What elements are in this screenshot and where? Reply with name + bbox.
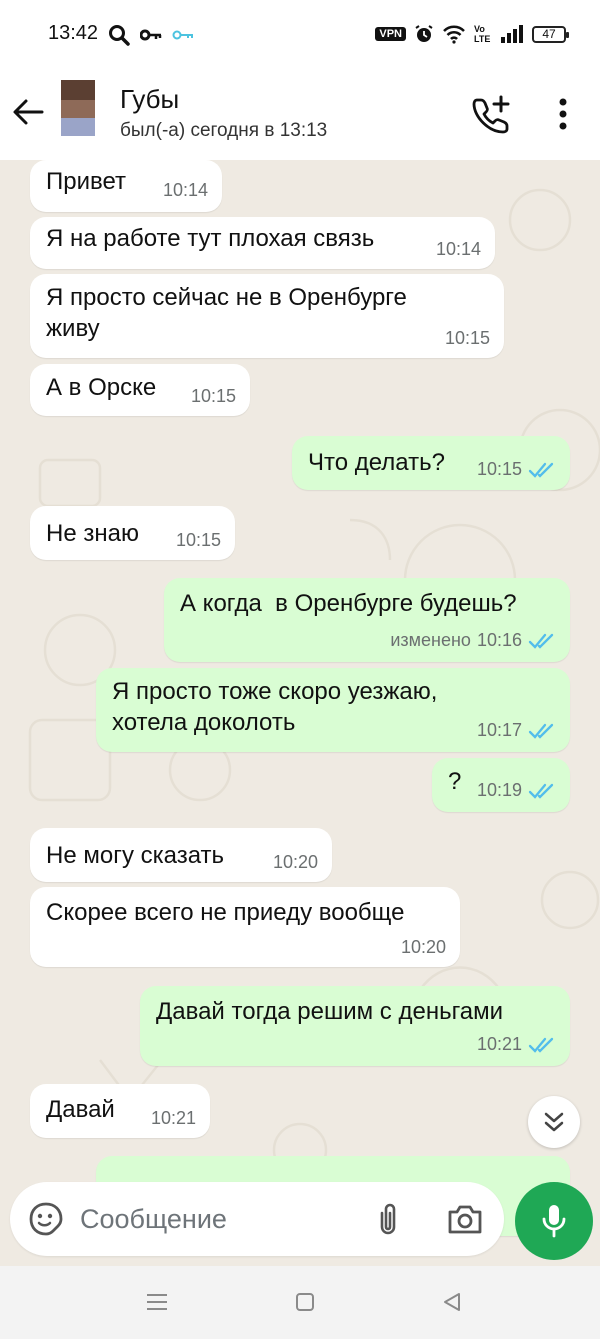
- message-meta: 10:21: [151, 1103, 196, 1134]
- message-time: 10:21: [476, 1034, 522, 1054]
- system-navigation-bar: [0, 1266, 600, 1339]
- camera-icon[interactable]: [446, 1202, 484, 1236]
- message-time: 10:15: [190, 386, 236, 406]
- message-meta: 10:15: [176, 525, 221, 556]
- message-time: 10:14: [162, 180, 208, 200]
- vpn-badge: VPN: [375, 27, 406, 41]
- message-meta: 10:19: [477, 775, 556, 806]
- message-text: Давай тогда решим с деньгами: [156, 998, 504, 1025]
- message-time: 10:14: [435, 239, 481, 259]
- paperclip-icon[interactable]: [373, 1201, 403, 1237]
- chat-messages-area[interactable]: Привет 10:14 Я на работе тут плохая связ…: [0, 160, 600, 1265]
- read-receipt-icon: [528, 723, 554, 739]
- status-system-icons: VPN Vo LTE 47: [375, 20, 569, 48]
- read-receipt-icon: [528, 462, 554, 478]
- message-meta: 10:14: [163, 175, 208, 206]
- message-time: 10:15: [444, 328, 490, 348]
- message-input-bar[interactable]: Сообщение: [10, 1182, 504, 1256]
- message-text: ?: [448, 768, 462, 795]
- message-input-placeholder[interactable]: Сообщение: [80, 1204, 227, 1235]
- message-outgoing[interactable]: Я просто тоже скоро уезжаю, хотела докол…: [96, 668, 570, 752]
- message-outgoing[interactable]: Что делать? 10:15: [292, 436, 570, 490]
- message-time: 10:16: [476, 630, 522, 650]
- key-icon: [140, 29, 162, 41]
- more-options-icon[interactable]: [548, 96, 578, 132]
- message-meta: 10:20: [401, 932, 446, 963]
- message-text: Не могу сказать: [46, 842, 225, 869]
- message-text: Что делать?: [308, 449, 445, 476]
- message-outgoing[interactable]: А когда в Оренбурге будешь? изменено 10:…: [164, 578, 570, 662]
- message-meta: изменено 10:16: [390, 625, 556, 656]
- message-meta: 10:17: [477, 715, 556, 746]
- alarm-icon: [415, 25, 433, 42]
- message-incoming[interactable]: Скорее всего не приеду вообще 10:20: [30, 887, 460, 967]
- message-incoming[interactable]: Привет 10:14: [30, 160, 222, 212]
- message-time: 10:20: [272, 852, 318, 872]
- last-seen-status: был(-а) сегодня в 13:13: [120, 120, 328, 141]
- double-chevron-down-icon: [544, 1112, 564, 1132]
- message-text: Привет: [46, 168, 127, 195]
- message-outgoing[interactable]: ? 10:19: [432, 758, 570, 812]
- message-time: 10:17: [476, 720, 522, 740]
- wifi-icon: [443, 25, 465, 44]
- key-outline-icon: [172, 30, 193, 40]
- message-text: А в Орске: [46, 374, 157, 401]
- message-meta: 10:15: [191, 381, 236, 412]
- status-bar: 13:42 VPN Vo LTE 47: [0, 0, 600, 68]
- signal-icon: [501, 25, 523, 43]
- message-time: 10:15: [175, 530, 221, 550]
- read-receipt-icon: [528, 633, 554, 649]
- message-incoming[interactable]: Не могу сказать 10:20: [30, 828, 332, 882]
- message-time: 10:19: [476, 780, 522, 800]
- add-call-icon[interactable]: [472, 94, 512, 134]
- scroll-to-bottom-button[interactable]: [528, 1096, 580, 1148]
- message-text: Не знаю: [46, 520, 139, 547]
- message-incoming[interactable]: Я на работе тут плохая связь 10:14: [30, 217, 495, 269]
- message-text: Я просто сейчас не в Оренбурге живу: [46, 284, 407, 342]
- battery-indicator: 47: [532, 25, 569, 43]
- message-text: Я на работе тут плохая связь: [46, 225, 375, 252]
- chat-header: Губы был(-а) сегодня в 13:13: [0, 68, 600, 160]
- message-text: Я просто тоже скоро уезжаю, хотела докол…: [112, 678, 438, 736]
- message-time: 10:20: [400, 937, 446, 957]
- message-meta: 10:14: [436, 234, 481, 265]
- message-incoming[interactable]: А в Орске 10:15: [30, 364, 250, 416]
- message-meta: 10:20: [273, 847, 318, 878]
- recent-apps-icon[interactable]: [146, 1293, 168, 1311]
- home-icon[interactable]: [295, 1292, 315, 1312]
- message-time: 10:15: [476, 459, 522, 479]
- message-meta: 10:21: [477, 1029, 556, 1060]
- read-receipt-icon: [528, 783, 554, 799]
- message-outgoing[interactable]: Давай тогда решим с деньгами 10:21: [140, 986, 570, 1066]
- edited-label: изменено: [390, 630, 471, 650]
- message-meta: 10:15: [477, 454, 556, 485]
- volte-icon: Vo LTE: [474, 24, 491, 44]
- message-text: Давай: [46, 1096, 115, 1123]
- status-notification-icons: [108, 22, 194, 48]
- message-text: Скорее всего не приеду вообще: [46, 899, 405, 926]
- nav-back-icon[interactable]: [442, 1292, 462, 1312]
- microphone-icon: [542, 1205, 566, 1238]
- avatar[interactable]: [61, 80, 95, 136]
- voice-message-button[interactable]: [515, 1182, 593, 1260]
- message-incoming[interactable]: Я просто сейчас не в Оренбурге живу 10:1…: [30, 274, 504, 358]
- message-text: А когда в Оренбурге будешь?: [180, 590, 517, 617]
- message-meta: 10:15: [445, 323, 490, 354]
- message-incoming[interactable]: Не знаю 10:15: [30, 506, 235, 560]
- message-time: 10:21: [150, 1108, 196, 1128]
- back-arrow-icon[interactable]: [10, 94, 46, 130]
- status-time: 13:42: [48, 22, 99, 44]
- contact-name[interactable]: Губы: [120, 84, 179, 115]
- read-receipt-icon: [528, 1037, 554, 1053]
- sticker-emoji-icon[interactable]: [28, 1201, 64, 1237]
- search-icon: [109, 25, 130, 46]
- message-incoming[interactable]: Давай 10:21: [30, 1084, 210, 1138]
